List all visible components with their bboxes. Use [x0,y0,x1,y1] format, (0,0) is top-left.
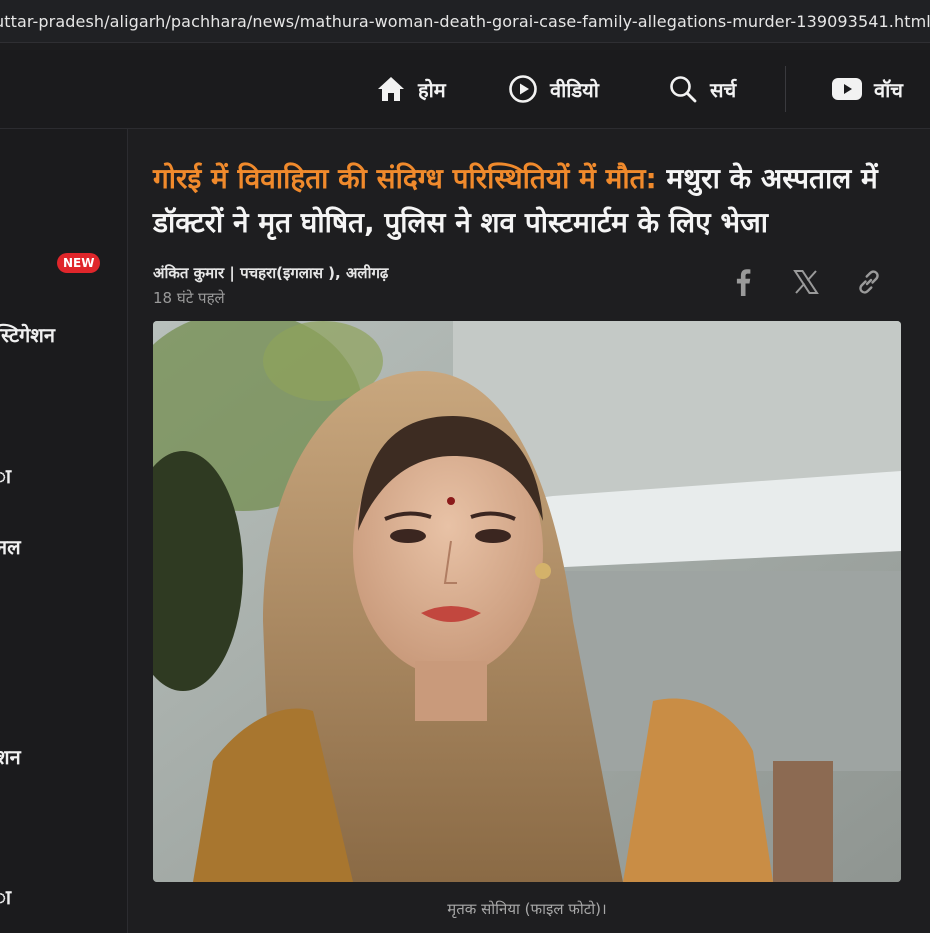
article-timestamp: 18 घंटे पहले [153,289,225,307]
nav-video-label: वीडियो [550,77,599,102]
browser-url-bar[interactable]: uttar-pradesh/aligarh/pachhara/news/math… [0,0,930,43]
article-photo[interactable] [153,321,901,882]
nav-video[interactable]: वीडियो [508,50,599,128]
article-byline: अंकित कुमार | पचहरा(इगलास ), अलीगढ़ [153,264,389,282]
share-facebook-button[interactable] [726,267,760,301]
nav-divider [785,66,786,112]
share-x-button[interactable] [789,267,823,301]
copy-link-button[interactable] [852,267,886,301]
nav-search[interactable]: सर्च [668,50,736,128]
x-icon [793,269,819,299]
sidebar-item-2[interactable]: ा [0,462,11,489]
nav-watch[interactable]: वॉच [832,50,903,128]
sidebar-item-1[interactable]: स्टिगेशन [0,321,55,348]
play-circle-icon [508,74,538,104]
sidebar-item-3[interactable]: नल [0,533,21,560]
nav-watch-label: वॉच [874,77,903,102]
new-badge: NEW [57,253,101,273]
search-icon [668,74,698,104]
nav-search-label: सर्च [710,77,737,102]
article: गोरई में विवाहिता की संदिग्ध परिस्थितियो… [128,129,930,933]
sidebar-item-5[interactable]: ा [0,883,11,910]
home-icon [376,75,406,103]
sidebar: NEW स्टिगेशन ा नल शन ा [0,129,128,933]
sidebar-item-4[interactable]: शन [0,743,21,770]
photo-caption: मृतक सोनिया (फाइल फोटो)। [447,900,607,918]
top-navigation: होम वीडियो सर्च वॉच [0,50,930,129]
url-text[interactable]: uttar-pradesh/aligarh/pachhara/news/math… [0,12,930,31]
nav-home[interactable]: होम [376,50,446,128]
article-headline: गोरई में विवाहिता की संदिग्ध परिस्थितियो… [153,157,913,245]
facebook-icon [734,268,752,300]
nav-home-label: होम [418,77,446,102]
youtube-icon [832,78,862,100]
headline-accent: गोरई में विवाहिता की संदिग्ध परिस्थितियो… [153,162,657,195]
link-icon [856,269,882,299]
